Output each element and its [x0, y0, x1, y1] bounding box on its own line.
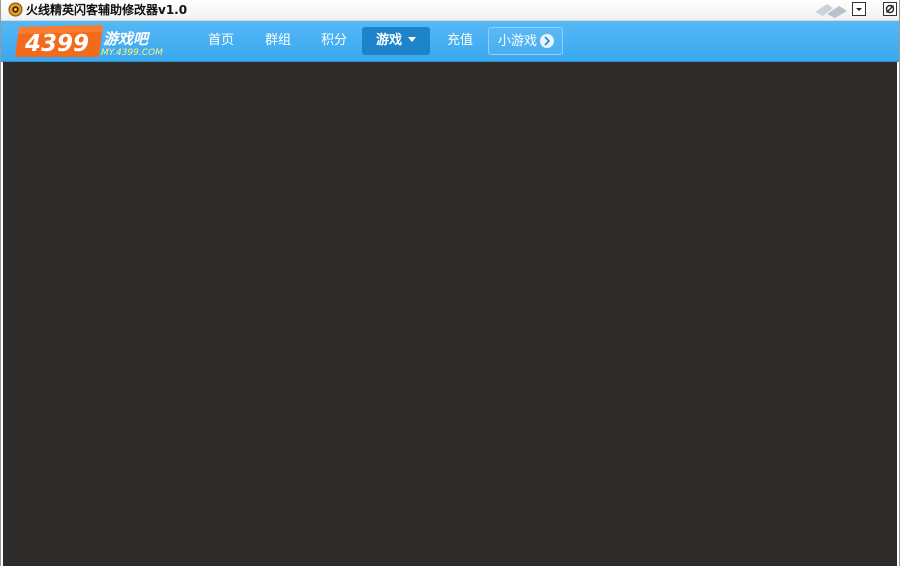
nav-item-label: 小游戏 — [498, 34, 538, 49]
nav-item-label: 积分 — [320, 33, 347, 48]
minimize-icon — [856, 8, 862, 11]
logo-number: 4399 — [24, 31, 89, 57]
title-bar: 火线精英闪客辅助修改器v1.0 — [1, 0, 899, 21]
site-logo[interactable]: 4399 游戏吧 MY.4399.COM — [15, 24, 175, 58]
app-window: 火线精英闪客辅助修改器v1.0 4399 游戏吧 MY.4399.COM 首页 … — [0, 0, 900, 566]
nav-item-groups[interactable]: 群组 — [256, 27, 300, 55]
nav-item-label: 群组 — [264, 33, 291, 48]
game-content-area[interactable] — [3, 62, 897, 566]
nav-item-games[interactable]: 游戏 — [362, 27, 430, 55]
nav-item-points[interactable]: 积分 — [312, 27, 356, 55]
window-title: 火线精英闪客辅助修改器v1.0 — [26, 3, 188, 17]
logo-domain: MY.4399.COM — [101, 48, 163, 58]
titlebar-decoration-icon — [813, 0, 849, 20]
close-icon — [885, 4, 895, 14]
logo-name: 游戏吧 — [103, 30, 151, 48]
nav-item-label: 游戏 — [375, 33, 402, 48]
nav-item-minigames[interactable]: 小游戏 — [488, 27, 563, 55]
chevron-right-icon — [540, 34, 554, 48]
nav-bar: 4399 游戏吧 MY.4399.COM 首页 群组 积分 游戏 充值 小游戏 — [1, 21, 899, 62]
caret-down-icon — [408, 37, 416, 42]
app-logo-icon — [8, 2, 23, 17]
minimize-button[interactable] — [852, 2, 866, 16]
nav-item-label: 首页 — [207, 33, 234, 48]
nav-item-home[interactable]: 首页 — [199, 27, 243, 55]
nav-item-recharge[interactable]: 充值 — [438, 27, 482, 55]
close-button[interactable] — [883, 2, 897, 16]
nav-item-label: 充值 — [446, 33, 473, 48]
